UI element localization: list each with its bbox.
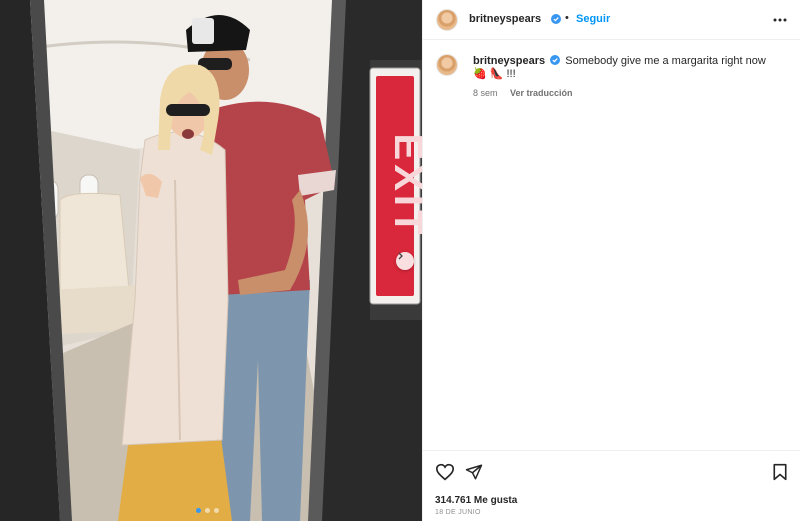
caption-meta: 8 sem Ver traducción: [473, 88, 573, 98]
post-date: 18 DE JUNIO: [435, 509, 481, 516]
chevron-right-icon: [398, 252, 403, 260]
post-media[interactable]: EXIT: [0, 0, 422, 521]
post-actions-bar: 314.761 Me gusta 18 DE JUNIO: [423, 450, 800, 521]
follow-button[interactable]: Seguir: [576, 13, 610, 25]
carousel-dot: [205, 508, 210, 513]
post-header: britneyspears • Seguir: [423, 0, 800, 40]
caption-username[interactable]: britneyspears: [473, 55, 545, 67]
post-caption: britneyspears Somebody give me a margari…: [473, 55, 773, 81]
caption-avatar[interactable]: [436, 54, 458, 76]
post-photo: EXIT: [0, 0, 422, 521]
avatar[interactable]: [436, 9, 458, 31]
verified-badge-icon: [551, 14, 561, 24]
bookmark-icon[interactable]: [772, 463, 788, 481]
see-translation-link[interactable]: Ver traducción: [510, 88, 573, 98]
header-separator: •: [565, 12, 569, 24]
author-username[interactable]: britneyspears: [469, 13, 541, 25]
post-side-panel: britneyspears • Seguir britneyspears Som…: [422, 0, 800, 521]
heart-icon[interactable]: [435, 463, 455, 481]
verified-badge-icon: [550, 55, 561, 65]
more-horizontal-icon[interactable]: [773, 14, 787, 26]
carousel-next-button[interactable]: [396, 252, 414, 270]
carousel-dot: [214, 508, 219, 513]
post-time-ago: 8 sem: [473, 88, 498, 98]
likes-count[interactable]: 314.761 Me gusta: [435, 495, 517, 506]
carousel-indicators: [196, 508, 219, 513]
exit-sign-text: EXIT: [386, 134, 422, 239]
paper-plane-icon[interactable]: [465, 463, 483, 481]
carousel-dot: [196, 508, 201, 513]
